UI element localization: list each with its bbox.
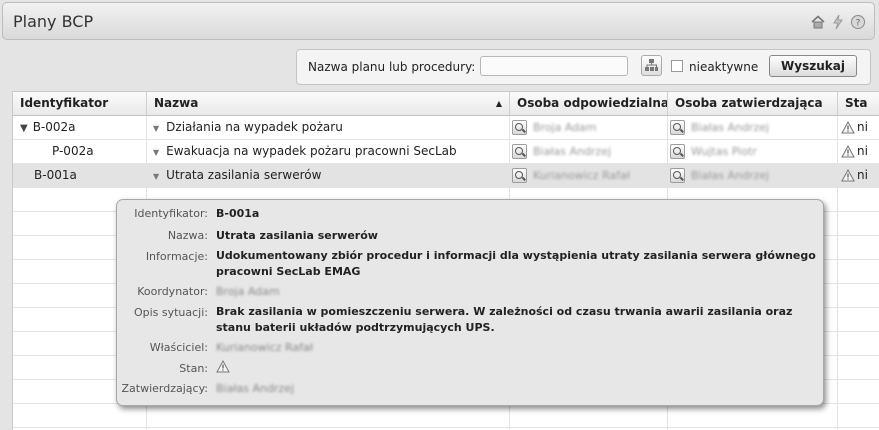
warning-icon bbox=[841, 145, 855, 158]
lookup-magnifier-icon[interactable] bbox=[670, 168, 685, 183]
row-status-cell: ni bbox=[841, 116, 879, 139]
tooltip-value-coordinator: Broja Adam bbox=[216, 285, 280, 298]
tooltip-label-approver: Zatwierdzający: bbox=[121, 382, 209, 395]
warning-icon bbox=[216, 360, 230, 373]
row-approver: Białas Andrzej bbox=[691, 169, 770, 182]
tree-icon bbox=[645, 59, 658, 71]
column-header-responsible[interactable]: Osoba odpowiedzialna bbox=[510, 92, 668, 115]
tooltip-value-id: B-001a bbox=[216, 207, 260, 220]
home-icon[interactable] bbox=[810, 14, 826, 30]
tooltip-label-id: Identyfikator: bbox=[134, 207, 208, 220]
grid-header: Identyfikator Nazwa ▲ Osoba odpowiedzial… bbox=[13, 92, 879, 116]
bolt-icon[interactable] bbox=[830, 14, 846, 30]
row-approver-cell: Białas Andrzej bbox=[670, 164, 833, 187]
column-header-name-label: Nazwa bbox=[154, 96, 199, 110]
table-row[interactable]: P-002a ▼ Ewakuacja na wypadek pożaru prac… bbox=[13, 140, 879, 164]
lookup-magnifier-icon[interactable] bbox=[670, 120, 685, 135]
row-id-cell: B-001a bbox=[34, 164, 146, 187]
row-menu-chevron-icon[interactable]: ▼ bbox=[153, 117, 159, 139]
collapse-row-icon[interactable]: ▼ bbox=[20, 123, 28, 134]
sort-ascending-icon: ▲ bbox=[495, 99, 502, 108]
row-id-cell: ▼ B-002a bbox=[20, 116, 146, 139]
page-title: Plany BCP bbox=[13, 12, 94, 31]
row-responsible-cell: Kurianowicz Rafał bbox=[512, 164, 662, 187]
row-menu-chevron-icon[interactable]: ▼ bbox=[153, 141, 159, 163]
row-status: ni bbox=[857, 120, 868, 134]
row-name-cell: ▼ Utrata zasilania serwerów bbox=[153, 164, 503, 187]
tooltip-value-owner: Kurianowicz Rafał bbox=[216, 341, 313, 354]
row-name-cell: ▼ Działania na wypadek pożaru bbox=[153, 116, 503, 139]
search-panel: Nazwa planu lub procedury: nieaktywne Wy… bbox=[296, 49, 871, 85]
tooltip-label-owner: Właściciel: bbox=[149, 341, 208, 354]
table-row-selected[interactable]: B-001a ▼ Utrata zasilania serwerów Kurian… bbox=[13, 164, 879, 188]
row-name: Ewakuacja na wypadek pożaru pracowni Sec… bbox=[166, 144, 457, 158]
title-icons: ? bbox=[810, 14, 866, 30]
row-menu-chevron-icon[interactable]: ▼ bbox=[153, 165, 159, 187]
plan-name-input[interactable] bbox=[480, 56, 628, 76]
tooltip-label-state: Stan: bbox=[179, 362, 208, 375]
row-status: ni bbox=[857, 168, 868, 182]
tooltip-value-situation: Brak zasilania w pomieszczeniu serwera. … bbox=[216, 305, 793, 334]
search-label: Nazwa planu lub procedury: bbox=[308, 60, 476, 74]
lookup-magnifier-icon[interactable] bbox=[670, 144, 685, 159]
empty-row bbox=[13, 404, 879, 428]
column-header-id[interactable]: Identyfikator bbox=[13, 92, 147, 115]
lookup-magnifier-icon[interactable] bbox=[512, 120, 527, 135]
tooltip-value-info: Udokumentowany zbiór procedur i informac… bbox=[216, 249, 816, 278]
row-id: P-002a bbox=[52, 144, 94, 158]
inactive-label: nieaktywne bbox=[689, 60, 759, 74]
row-responsible: Białas Andrzej bbox=[533, 145, 612, 158]
help-icon[interactable]: ? bbox=[850, 14, 866, 30]
row-responsible-cell: Broja Adam bbox=[512, 116, 662, 139]
row-id: B-001a bbox=[34, 168, 77, 182]
column-header-status[interactable]: Sta bbox=[838, 92, 879, 115]
row-name: Działania na wypadek pożaru bbox=[166, 120, 343, 134]
row-approver-cell: Białas Andrzej bbox=[670, 116, 833, 139]
row-id-cell: P-002a bbox=[52, 140, 146, 163]
tooltip-label-situation: Opis sytuacji: bbox=[133, 306, 208, 319]
row-status-cell: ni bbox=[841, 164, 879, 187]
row-status-cell: ni bbox=[841, 140, 879, 163]
tooltip-label-coordinator: Koordynator: bbox=[137, 285, 208, 298]
warning-icon bbox=[841, 121, 855, 134]
tooltip-value-name: Utrata zasilania serwerów bbox=[216, 229, 378, 242]
warning-icon bbox=[841, 169, 855, 182]
tooltip-value-approver: Białas Andrzej bbox=[216, 382, 295, 395]
search-button[interactable]: Wyszukaj bbox=[769, 55, 857, 77]
table-row[interactable]: ▼ B-002a ▼ Działania na wypadek pożaru Bro… bbox=[13, 116, 879, 140]
row-responsible: Broja Adam bbox=[533, 121, 597, 134]
tree-select-button[interactable] bbox=[641, 55, 662, 76]
tooltip-label-name: Nazwa: bbox=[167, 229, 208, 242]
column-header-approver[interactable]: Osoba zatwierdzająca bbox=[668, 92, 838, 115]
row-approver: Wujtas Piotr bbox=[691, 145, 757, 158]
row-id: B-002a bbox=[32, 120, 76, 134]
row-status: ni bbox=[857, 144, 868, 158]
inactive-checkbox[interactable] bbox=[671, 60, 683, 72]
row-name: Utrata zasilania serwerów bbox=[166, 168, 322, 182]
row-approver: Białas Andrzej bbox=[691, 121, 770, 134]
row-responsible-cell: Białas Andrzej bbox=[512, 140, 662, 163]
row-name-cell: ▼ Ewakuacja na wypadek pożaru pracowni Se… bbox=[153, 140, 503, 163]
lookup-magnifier-icon[interactable] bbox=[512, 168, 527, 183]
row-responsible: Kurianowicz Rafał bbox=[533, 169, 630, 182]
title-bar: Plany BCP ? bbox=[2, 2, 875, 40]
plan-details-tooltip: Identyfikator: B-001a Nazwa: Utrata zasi… bbox=[116, 199, 824, 406]
tooltip-label-info: Informacje: bbox=[145, 250, 208, 263]
lookup-magnifier-icon[interactable] bbox=[512, 144, 527, 159]
row-approver-cell: Wujtas Piotr bbox=[670, 140, 833, 163]
column-header-name[interactable]: Nazwa ▲ bbox=[147, 92, 510, 115]
svg-text:?: ? bbox=[856, 19, 861, 29]
